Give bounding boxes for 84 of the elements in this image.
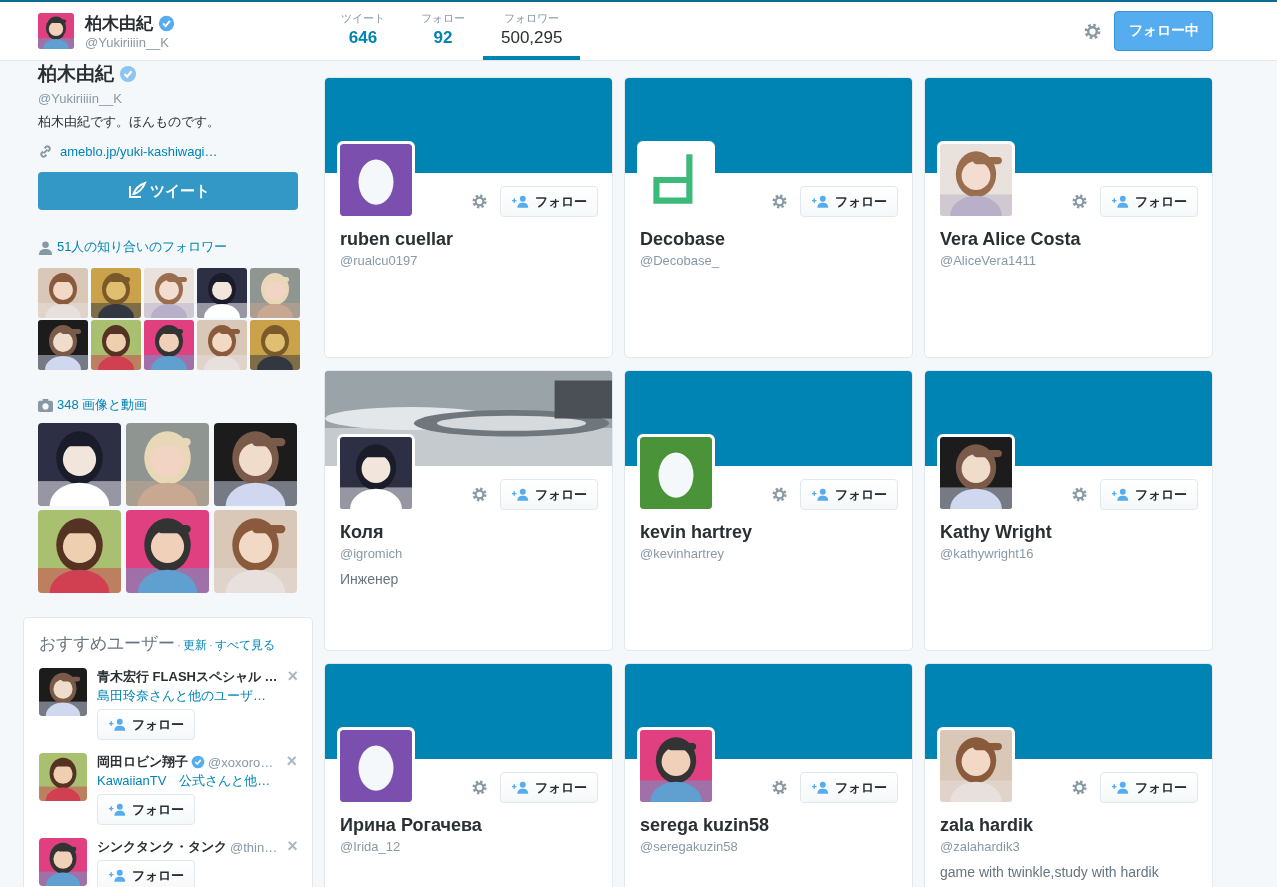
user-name[interactable]: 岡田ロビン翔子: [97, 753, 188, 771]
stat-tab[interactable]: フォロワー 500,295: [483, 2, 581, 60]
stat-tab[interactable]: ツイート 646: [323, 2, 403, 60]
feather-icon: [126, 181, 147, 201]
settings-icon[interactable]: [771, 193, 788, 210]
add-person-icon: [1111, 781, 1130, 794]
user-name[interactable]: シンクタンク・タンク: [97, 838, 227, 856]
follow-button[interactable]: フォロー: [97, 709, 195, 740]
add-person-icon: [108, 718, 127, 731]
follow-button[interactable]: フォロー: [800, 479, 898, 510]
user-name[interactable]: Vera Alice Costa: [940, 229, 1081, 250]
user-handle: @Irida_12: [340, 839, 402, 854]
follow-button[interactable]: フォロー: [1100, 772, 1198, 803]
view-all-link[interactable]: すべて見る: [215, 637, 275, 654]
media-link[interactable]: 348 画像と動画: [57, 396, 148, 414]
user-name[interactable]: Decobase: [640, 229, 726, 250]
user-name[interactable]: zala hardik: [940, 815, 1034, 836]
add-person-icon: [108, 869, 127, 882]
user-name[interactable]: Kathy Wright: [940, 522, 1052, 543]
follow-button[interactable]: フォロー: [800, 186, 898, 217]
follow-button[interactable]: フォロー: [800, 772, 898, 803]
user-bio: game with twinkle,study with hardik: [940, 864, 1160, 880]
refresh-link[interactable]: 更新: [183, 637, 207, 654]
settings-icon[interactable]: [1083, 21, 1102, 41]
user-handle: @rualcu0197: [340, 253, 419, 268]
settings-icon[interactable]: [1071, 193, 1088, 210]
followed-by-link[interactable]: 島田玲奈さんと他のユーザ…: [97, 687, 266, 705]
camera-icon: [38, 397, 53, 413]
follow-button[interactable]: フォロー: [500, 772, 598, 803]
egg-avatar-icon[interactable]: [640, 437, 712, 509]
add-person-icon: [811, 781, 830, 794]
separator-dot: ·: [209, 638, 213, 652]
add-person-icon: [1111, 488, 1130, 501]
user-handle: @Decobase_: [640, 253, 720, 268]
settings-icon[interactable]: [771, 779, 788, 796]
add-person-icon: [511, 195, 530, 208]
user-name[interactable]: serega kuzin58: [640, 815, 770, 836]
follow-button[interactable]: フォロー: [97, 794, 195, 825]
settings-icon[interactable]: [771, 486, 788, 503]
person-icon: [38, 239, 53, 255]
user-handle: @kathywright16: [940, 546, 1035, 561]
profile-bio: 柏木由紀です。ほんものです。: [38, 113, 221, 131]
follow-button[interactable]: フォロー: [1100, 479, 1198, 510]
user-handle: @igromich: [340, 546, 404, 561]
add-person-icon: [108, 803, 127, 816]
follow-button[interactable]: フォロー: [500, 186, 598, 217]
settings-icon[interactable]: [1071, 486, 1088, 503]
follow-button[interactable]: フォロー: [97, 860, 195, 887]
user-name[interactable]: 青木宏行 FLASHスペシャル …: [97, 668, 278, 686]
followers-you-know-link[interactable]: 51人の知り合いのフォロワー: [57, 238, 228, 256]
add-person-icon: [511, 488, 530, 501]
profile-name: 柏木由紀: [85, 13, 153, 35]
egg-avatar-icon[interactable]: [340, 730, 412, 802]
add-person-icon: [511, 781, 530, 794]
user-handle: @thin…: [230, 839, 278, 855]
stat-tab[interactable]: フォロー 92: [403, 2, 483, 60]
user-name[interactable]: kevin hartrey: [640, 522, 753, 543]
user-handle: @xoxoro…: [208, 754, 274, 770]
user-handle: @kevinhartrey: [640, 546, 725, 561]
add-person-icon: [811, 488, 830, 501]
user-name[interactable]: Коля: [340, 522, 384, 543]
follow-button[interactable]: フォロー: [1100, 186, 1198, 217]
user-handle: @seregakuzin58: [640, 839, 739, 854]
user-bio: Инженер: [340, 571, 400, 587]
followed-by-link[interactable]: KawaiianTV 公式さんと他…: [97, 772, 271, 790]
profile-handle: @Yukiriiiin__K: [85, 35, 170, 50]
add-person-icon: [811, 195, 830, 208]
profile-name: 柏木由紀: [38, 62, 114, 86]
user-name[interactable]: ruben cuellar: [340, 229, 454, 250]
egg-avatar-icon[interactable]: [340, 144, 412, 216]
user-name[interactable]: Ирина Рогачева: [340, 815, 482, 836]
settings-icon[interactable]: [471, 193, 488, 210]
settings-icon[interactable]: [1071, 779, 1088, 796]
settings-icon[interactable]: [471, 486, 488, 503]
follow-button[interactable]: フォロー: [500, 479, 598, 510]
profile-handle: @Yukiriiiin__K: [38, 91, 123, 106]
separator-dot: ·: [177, 638, 181, 652]
user-handle: @zalahardik3: [940, 839, 1021, 854]
link-icon: [38, 144, 53, 159]
suggestions-title: おすすめユーザー: [39, 633, 175, 655]
add-person-icon: [1111, 195, 1130, 208]
profile-link[interactable]: ameblo.jp/yuki-kashiwagi…: [60, 144, 218, 159]
settings-icon[interactable]: [471, 779, 488, 796]
user-handle: @AliceVera1411: [940, 253, 1038, 268]
